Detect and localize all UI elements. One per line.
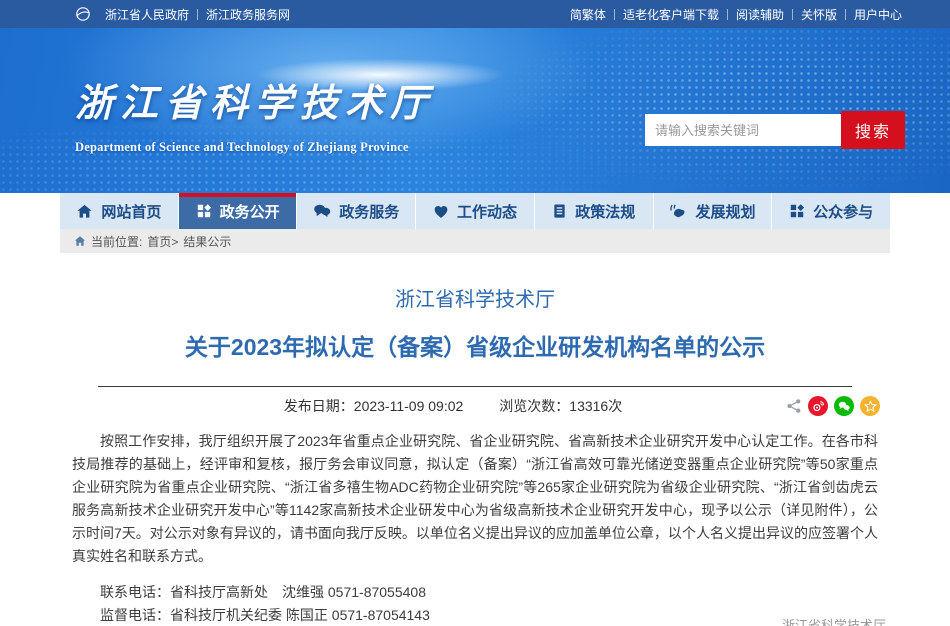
contact-block: 联系电话：省科技厅高新处 沈维强 0571-87055408 监督电话：省科技厅… bbox=[60, 581, 890, 626]
site-logo[interactable]: 浙江省科学技术厅 Department of Science and Techn… bbox=[75, 72, 435, 155]
top-utility-bar: 浙江省人民政府 浙江政务服务网 简繁体 适老化客户端下载 阅读辅助 关怀版 用户… bbox=[0, 0, 950, 28]
article-body: 按照工作安排，我厅组织开展了2023年省重点企业研究院、省企业研究院、省高新技术… bbox=[72, 430, 878, 568]
nav-label: 政务服务 bbox=[339, 201, 399, 222]
breadcrumb-current: 结果公示 bbox=[183, 233, 231, 250]
link-provincial-government[interactable]: 浙江省人民政府 bbox=[105, 6, 189, 23]
nav-item-development-plans[interactable]: 发展规划 bbox=[654, 193, 773, 229]
link-care-version[interactable]: 关怀版 bbox=[801, 6, 837, 23]
site-banner: 浙江省科学技术厅 Department of Science and Techn… bbox=[0, 28, 950, 193]
search-input[interactable] bbox=[645, 114, 841, 146]
link-simplified-traditional[interactable]: 简繁体 bbox=[570, 6, 606, 23]
article-title: 关于2023年拟认定（备案）省级企业研发机构名单的公示 bbox=[60, 328, 890, 362]
article-content: 浙江省科学技术厅 关于2023年拟认定（备案）省级企业研发机构名单的公示 发布日… bbox=[60, 283, 890, 626]
breadcrumb-prefix: 当前位置: bbox=[91, 233, 142, 250]
site-search: 搜索 bbox=[645, 111, 905, 149]
site-name-english: Department of Science and Technology of … bbox=[75, 140, 435, 155]
divider bbox=[727, 9, 728, 20]
grid-icon bbox=[789, 203, 805, 219]
link-elderly-client-download[interactable]: 适老化客户端下载 bbox=[623, 6, 719, 23]
breadcrumb: 当前位置: 首页> 结果公示 bbox=[60, 229, 890, 253]
divider bbox=[614, 9, 615, 20]
nav-item-policies[interactable]: 政策法规 bbox=[535, 193, 654, 229]
nav-label: 政策法规 bbox=[575, 201, 635, 222]
wechat-share-icon[interactable] bbox=[834, 396, 854, 416]
favorite-share-icon[interactable] bbox=[860, 396, 880, 416]
view-count: 浏览次数：13316次 bbox=[499, 396, 622, 416]
topbar-right-links: 简繁体 适老化客户端下载 阅读辅助 关怀版 用户中心 bbox=[570, 6, 902, 23]
home-icon bbox=[76, 203, 93, 220]
nav-label: 网站首页 bbox=[101, 201, 161, 222]
home-small-icon bbox=[74, 235, 86, 247]
nav-label: 工作动态 bbox=[457, 201, 517, 222]
publish-date: 发布日期：2023-11-09 09:02 bbox=[284, 396, 464, 416]
link-gov-service-site[interactable]: 浙江政务服务网 bbox=[206, 6, 290, 23]
footer-signature: 浙江省科学技术厅 bbox=[782, 618, 886, 626]
main-navigation: 网站首页 政务公开 政务服务 工作动态 政策法规 发展规划 公众参与 bbox=[0, 193, 950, 229]
nav-item-gov-services[interactable]: 政务服务 bbox=[297, 193, 416, 229]
search-button[interactable]: 搜索 bbox=[841, 111, 905, 149]
nav-item-public-participation[interactable]: 公众参与 bbox=[772, 193, 890, 229]
nav-item-work-news[interactable]: 工作动态 bbox=[416, 193, 535, 229]
topbar-left-links: 浙江省人民政府 浙江政务服务网 bbox=[75, 6, 290, 23]
grid-icon bbox=[196, 203, 212, 219]
document-icon bbox=[552, 203, 567, 219]
nav-label: 公众参与 bbox=[813, 201, 873, 222]
article-organization: 浙江省科学技术厅 bbox=[60, 283, 890, 312]
nav-item-home[interactable]: 网站首页 bbox=[60, 193, 179, 229]
breadcrumb-home-link[interactable]: 首页> bbox=[147, 233, 178, 250]
nav-label: 发展规划 bbox=[695, 201, 755, 222]
divider bbox=[197, 9, 198, 20]
share-toolbar bbox=[786, 396, 880, 416]
site-name-chinese: 浙江省科学技术厅 bbox=[75, 72, 435, 127]
nav-item-gov-disclosure[interactable]: 政务公开 bbox=[179, 193, 298, 229]
handshake-icon bbox=[669, 203, 687, 219]
nav-label: 政务公开 bbox=[220, 201, 280, 222]
heart-icon bbox=[433, 204, 449, 219]
government-globe-icon bbox=[75, 6, 91, 22]
link-user-center[interactable]: 用户中心 bbox=[854, 6, 902, 23]
divider bbox=[845, 9, 846, 20]
share-icon[interactable] bbox=[786, 398, 802, 414]
contact-phone: 联系电话：省科技厅高新处 沈维强 0571-87055408 bbox=[72, 581, 878, 604]
supervision-phone: 监督电话：省科技厅机关纪委 陈国正 0571-87054143 bbox=[72, 604, 878, 626]
article-meta: 发布日期：2023-11-09 09:02 浏览次数：13316次 bbox=[60, 387, 890, 416]
chat-icon bbox=[313, 203, 331, 219]
link-reading-assist[interactable]: 阅读辅助 bbox=[736, 6, 784, 23]
weibo-share-icon[interactable] bbox=[808, 396, 828, 416]
divider bbox=[792, 9, 793, 20]
